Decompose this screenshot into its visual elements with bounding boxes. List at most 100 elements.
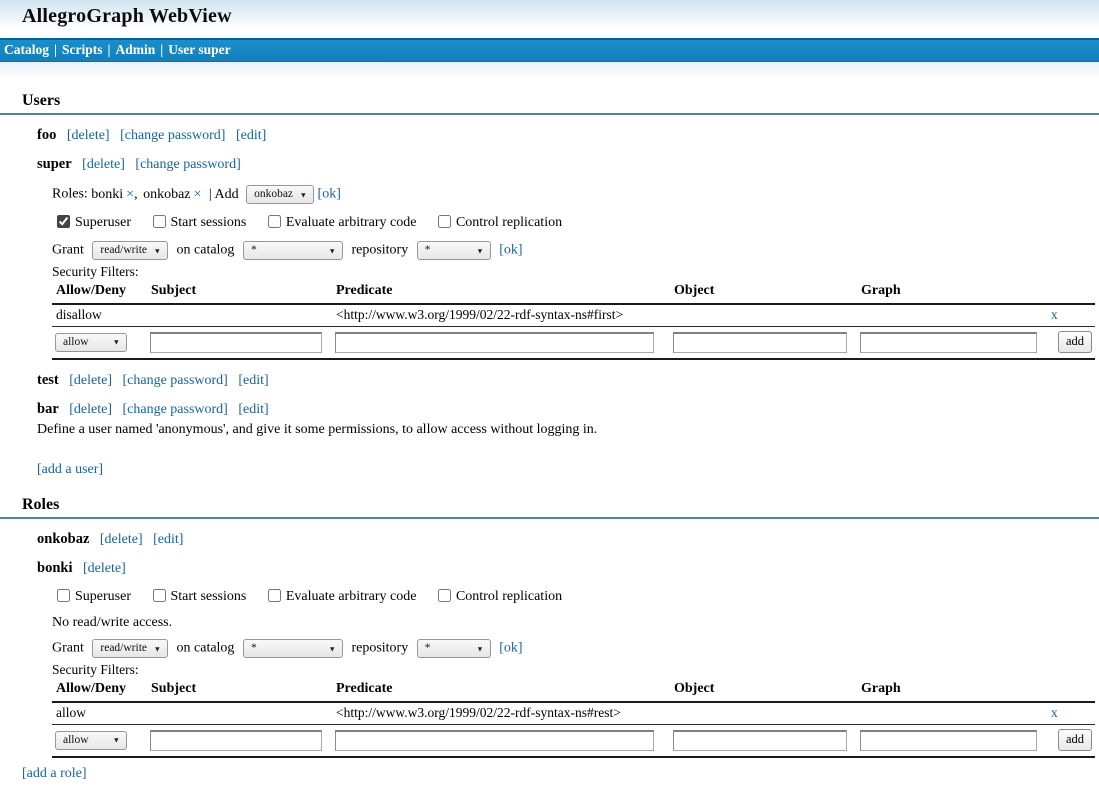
grant-access-select[interactable]: read/write [92, 639, 168, 658]
grant-repository-select[interactable]: * [417, 639, 491, 658]
new-filter-subject-input[interactable] [150, 332, 322, 353]
col-actions [1047, 679, 1095, 702]
selected-catalog: * [251, 642, 257, 654]
bonki-grant-row: Grant read/write on catalog * repository… [52, 639, 1099, 658]
add-filter-button[interactable]: add [1058, 331, 1092, 353]
add-user-link[interactable]: [add a user] [37, 462, 103, 478]
filter-allow-deny: allow [52, 702, 147, 725]
roles-label: Roles: [52, 187, 88, 202]
filter-object [670, 304, 857, 327]
no-access-text: No read/write access. [52, 615, 1099, 631]
edit-user-link[interactable]: [edit] [238, 402, 268, 417]
edit-user-link[interactable]: [edit] [236, 128, 266, 143]
add-filter-button[interactable]: add [1058, 729, 1092, 751]
roles-section-rule: Roles [0, 488, 1099, 519]
control-replication-checkbox[interactable] [438, 589, 451, 602]
col-actions [1047, 281, 1095, 304]
nav-link-user-super[interactable]: User super [168, 42, 230, 57]
grant-access-select[interactable]: read/write [92, 241, 168, 260]
remove-role-bonki-link[interactable]: × [126, 187, 134, 202]
role-row-onkobaz: onkobaz [delete] [edit] [37, 531, 1099, 548]
repository-label: repository [351, 243, 408, 258]
delete-role-link[interactable]: [delete] [83, 561, 126, 576]
permission-label: Start sessions [171, 589, 247, 604]
superuser-checkbox[interactable] [57, 215, 70, 228]
permission-label: Superuser [75, 589, 131, 604]
new-filter-graph-input[interactable] [860, 730, 1037, 751]
grant-catalog-select[interactable]: * [243, 639, 343, 658]
delete-user-link[interactable]: [delete] [69, 373, 112, 388]
security-filters-label: Security Filters: [52, 662, 1099, 678]
change-password-link[interactable]: [change password] [123, 402, 228, 417]
delete-user-link[interactable]: [delete] [82, 157, 125, 172]
add-role-ok-link[interactable]: [ok] [318, 187, 341, 202]
roles-comma: , [134, 187, 138, 202]
nav-link-catalog[interactable]: Catalog [4, 42, 49, 57]
security-filters-label: Security Filters: [52, 264, 1099, 280]
role-name: onkobaz [37, 531, 89, 547]
nav-link-scripts[interactable]: Scripts [62, 42, 103, 57]
delete-user-link[interactable]: [delete] [69, 402, 112, 417]
new-filter-object-input[interactable] [673, 730, 847, 751]
filter-row: allow <http://www.w3.org/1999/02/22-rdf-… [52, 702, 1095, 725]
add-role-select[interactable]: onkobaz [246, 185, 314, 204]
grant-ok-link[interactable]: [ok] [499, 243, 522, 258]
remove-filter-link[interactable]: x [1051, 307, 1058, 322]
add-role-link[interactable]: [add a role] [22, 766, 87, 782]
app-title: AllegroGraph WebView [22, 5, 232, 28]
role-name: bonki [91, 187, 123, 202]
remove-role-onkobaz-link[interactable]: × [194, 187, 202, 202]
permission-control-replication[interactable]: Control replication [433, 215, 562, 230]
permission-superuser[interactable]: Superuser [52, 215, 131, 230]
delete-user-link[interactable]: [delete] [67, 128, 110, 143]
change-password-link[interactable]: [change password] [135, 157, 240, 172]
anonymous-user-note: Define a user named 'anonymous', and giv… [37, 422, 1099, 438]
filter-predicate: <http://www.w3.org/1999/02/22-rdf-syntax… [332, 304, 670, 327]
permission-eval-code[interactable]: Evaluate arbitrary code [263, 589, 417, 604]
col-predicate: Predicate [332, 281, 670, 304]
grant-repository-select[interactable]: * [417, 241, 491, 260]
on-catalog-label: on catalog [177, 641, 235, 656]
eval-code-checkbox[interactable] [268, 589, 281, 602]
permission-start-sessions[interactable]: Start sessions [148, 589, 247, 604]
nav-separator: | [160, 42, 163, 57]
permission-label: Superuser [75, 215, 131, 230]
superuser-checkbox[interactable] [57, 589, 70, 602]
edit-user-link[interactable]: [edit] [238, 373, 268, 388]
start-sessions-checkbox[interactable] [153, 589, 166, 602]
user-row-foo: foo [delete] [change password] [edit] [37, 127, 1099, 144]
grant-catalog-select[interactable]: * [243, 241, 343, 260]
control-replication-checkbox[interactable] [438, 215, 451, 228]
selected-repository: * [425, 244, 431, 256]
filter-subject [147, 304, 332, 327]
permission-eval-code[interactable]: Evaluate arbitrary code [263, 215, 417, 230]
permission-superuser[interactable]: Superuser [52, 589, 131, 604]
selected-allow: allow [63, 336, 89, 348]
permission-control-replication[interactable]: Control replication [433, 589, 562, 604]
permission-start-sessions[interactable]: Start sessions [148, 215, 247, 230]
new-filter-subject-input[interactable] [150, 730, 322, 751]
delete-role-link[interactable]: [delete] [100, 532, 143, 547]
change-password-link[interactable]: [change password] [120, 128, 225, 143]
edit-role-link[interactable]: [edit] [153, 532, 183, 547]
change-password-link[interactable]: [change password] [123, 373, 228, 388]
eval-code-checkbox[interactable] [268, 215, 281, 228]
new-filter-graph-input[interactable] [860, 332, 1037, 353]
filter-object [670, 702, 857, 725]
username: foo [37, 127, 56, 143]
col-object: Object [670, 679, 857, 702]
new-filter-predicate-input[interactable] [335, 730, 654, 751]
start-sessions-checkbox[interactable] [153, 215, 166, 228]
filter-subject [147, 702, 332, 725]
nav-link-admin[interactable]: Admin [115, 42, 155, 57]
col-subject: Subject [147, 679, 332, 702]
new-filter-allow-select[interactable]: allow [55, 731, 127, 750]
new-filter-predicate-input[interactable] [335, 332, 654, 353]
new-filter-object-input[interactable] [673, 332, 847, 353]
new-filter-allow-select[interactable]: allow [55, 333, 127, 352]
filter-row: disallow <http://www.w3.org/1999/02/22-r… [52, 304, 1095, 327]
col-allow-deny: Allow/Deny [52, 679, 147, 702]
filters-header-row: Allow/Deny Subject Predicate Object Grap… [52, 679, 1095, 702]
selected-repository: * [425, 642, 431, 654]
grant-ok-link[interactable]: [ok] [499, 641, 522, 656]
